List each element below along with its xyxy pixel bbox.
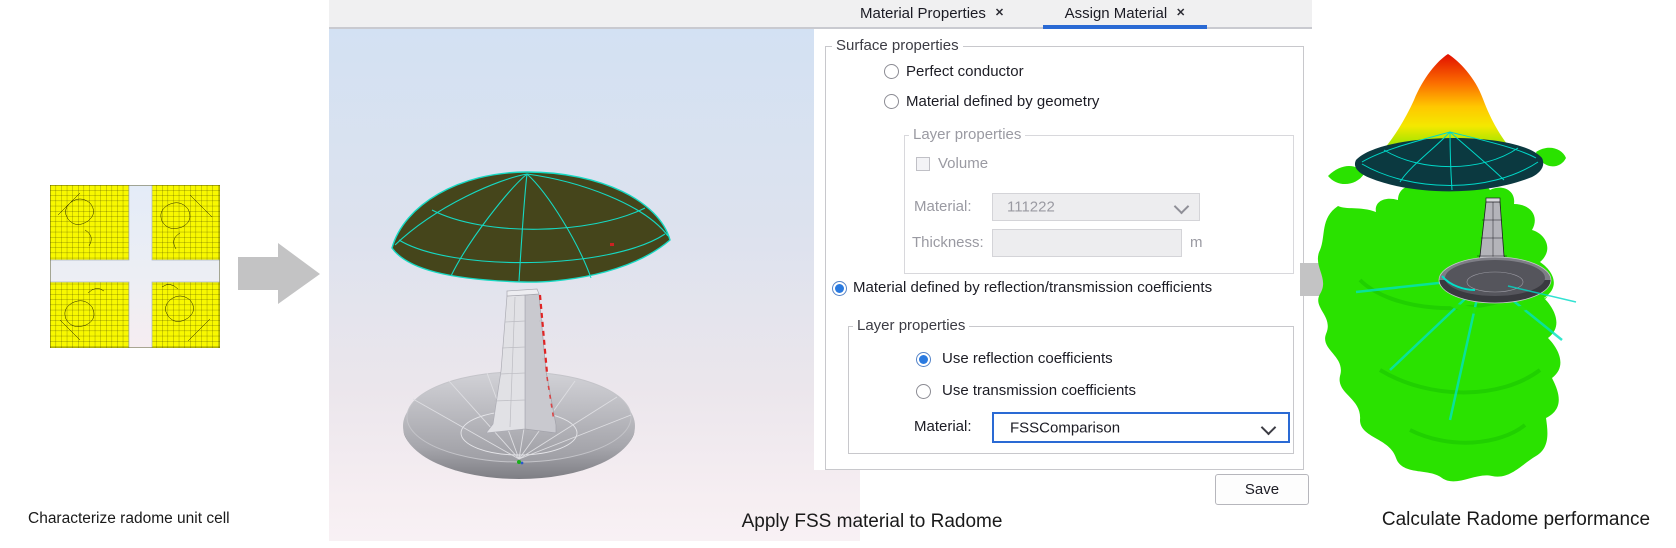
layer-properties-title: Layer properties [853,318,969,334]
chevron-down-icon [1174,199,1190,215]
thickness-unit: m [1190,235,1203,251]
arrow-right-icon [238,243,321,305]
radome-dome [392,172,670,282]
step1-caption: Characterize radome unit cell [28,510,230,528]
active-tab-indicator [1043,25,1207,29]
tab-assign-material-label: Assign Material [1065,5,1168,22]
perfect-conductor-radio[interactable] [884,64,899,79]
use-transmission-radio[interactable] [916,384,931,399]
use-transmission-label[interactable]: Use transmission coefficients [942,383,1136,399]
close-icon[interactable]: ✕ [1176,8,1185,19]
3d-viewport [329,29,860,541]
tab-material-properties-label: Material Properties [860,5,986,22]
volume-label: Volume [938,156,988,172]
side-lobes-blob [1318,178,1561,482]
radome-in-pattern [1355,132,1543,191]
material-label-active: Material: [914,419,972,435]
defined-by-geometry-label[interactable]: Material defined by geometry [906,94,1099,110]
material-value-disabled: 111222 [1007,199,1055,216]
material-label-disabled: Material: [914,199,972,215]
surface-properties-title: Surface properties [832,38,963,54]
defined-by-coefficients-radio[interactable] [832,281,847,296]
save-button-label: Save [1245,481,1279,498]
workflow-figure: Material Properties ✕ Assign Material ✕ … [0,0,1676,548]
main-beam-lobe [1383,54,1512,150]
chevron-down-icon[interactable] [1261,420,1277,436]
radome-scene-image [329,29,860,541]
step2-caption: Apply FSS material to Radome [722,511,1022,533]
material-dropdown-disabled: 111222 [992,193,1200,221]
step3-caption: Calculate Radome performance [1366,509,1666,531]
defined-by-geometry-radio[interactable] [884,94,899,109]
tab-assign-material[interactable]: Assign Material ✕ [1043,0,1207,27]
perfect-conductor-label[interactable]: Perfect conductor [906,64,1024,80]
volume-checkbox [916,157,930,171]
use-reflection-radio[interactable] [916,352,931,367]
feed-horn [486,289,556,433]
unit-cell-image [50,185,220,348]
close-icon[interactable]: ✕ [995,8,1004,19]
tab-material-properties[interactable]: Material Properties ✕ [860,0,1004,27]
material-dropdown-active[interactable]: FSSComparison [992,412,1290,443]
layer-properties-title: Layer properties [909,127,1025,143]
thickness-field [992,229,1182,257]
defined-by-coefficients-label[interactable]: Material defined by reflection/transmiss… [853,280,1212,296]
thickness-label: Thickness: [912,235,984,251]
material-value-active: FSSComparison [1010,419,1120,436]
dish-in-pattern [1439,257,1551,303]
radiation-pattern-image [1290,40,1580,490]
use-reflection-label[interactable]: Use reflection coefficients [942,351,1113,367]
